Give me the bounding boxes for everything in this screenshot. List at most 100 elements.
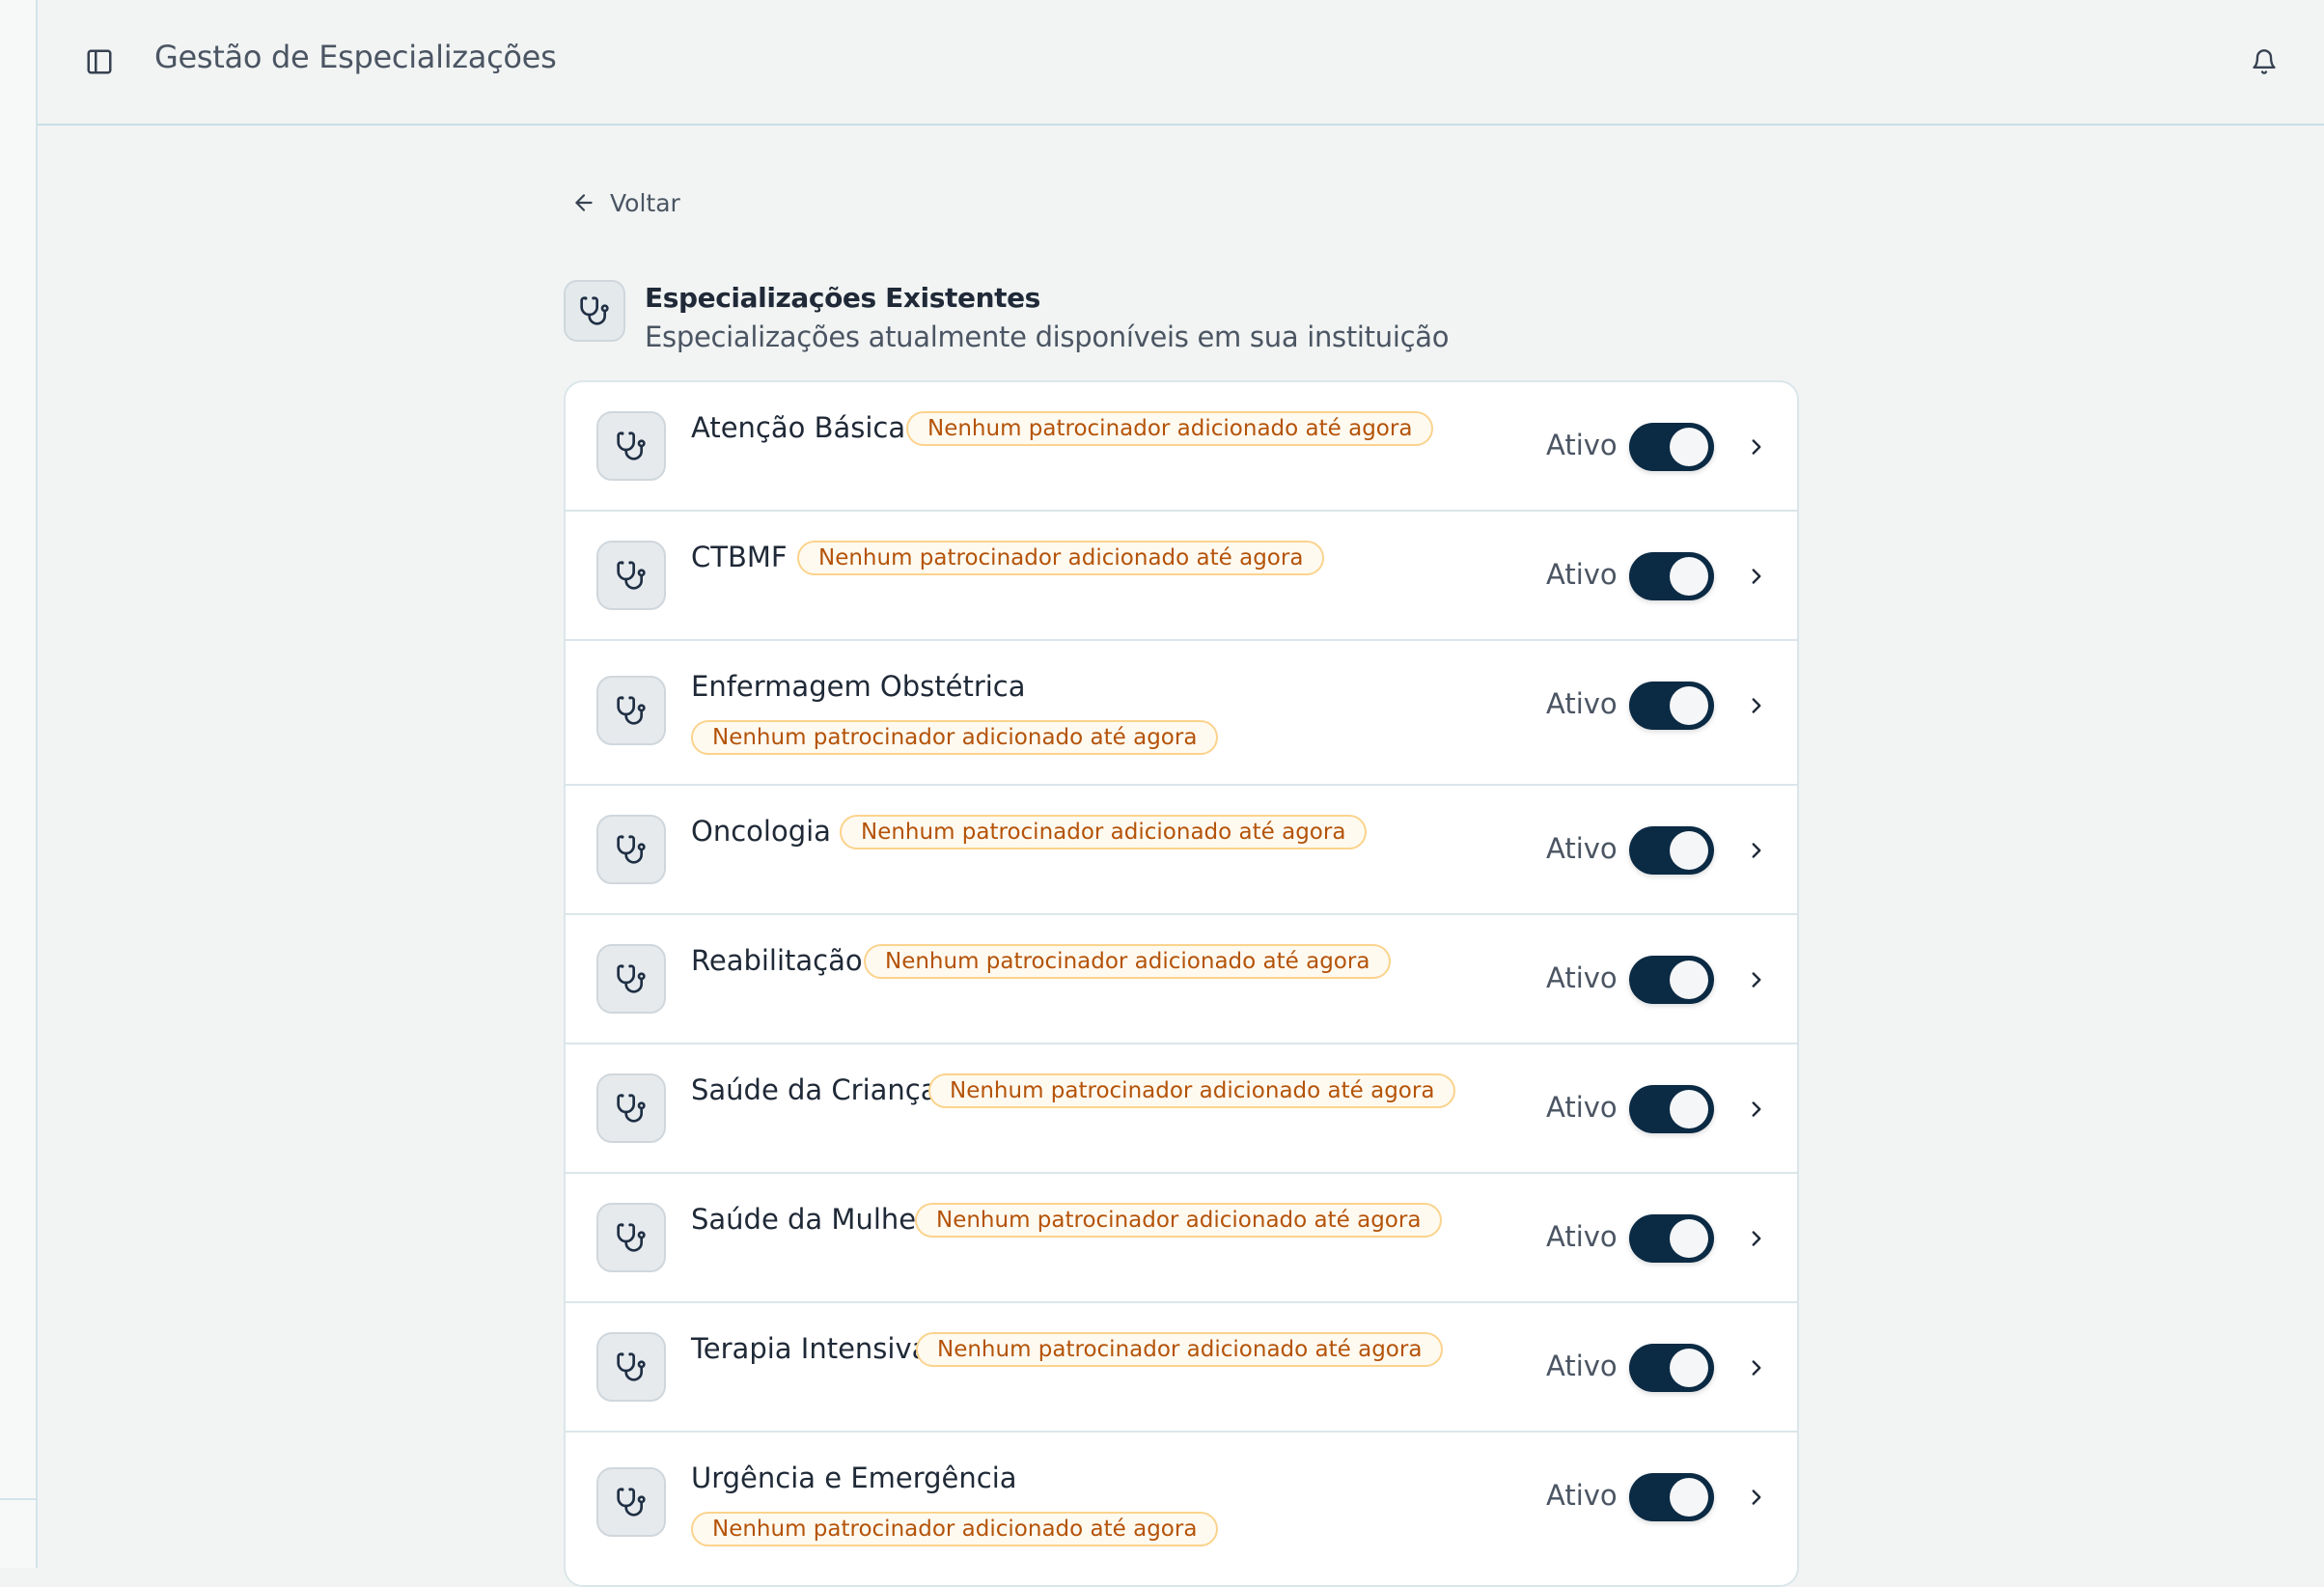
toggle-knob (1670, 1478, 1708, 1517)
open-details-button[interactable] (1741, 1352, 1772, 1383)
stethoscope-icon (617, 696, 646, 725)
section-title: Especializações Existentes (645, 282, 1040, 314)
specialization-icon-box (596, 1203, 666, 1272)
specialization-row[interactable]: Atenção Básica Nenhum patrocinador adicio… (566, 382, 1797, 512)
specialization-name: Urgência e Emergência (691, 1462, 1017, 1494)
notifications-button[interactable] (2245, 42, 2283, 81)
sponsor-status-badge: Nenhum patrocinador adicionado até agora (864, 944, 1392, 979)
sponsor-status-badge: Nenhum patrocinador adicionado até agora (916, 1332, 1444, 1367)
chevron-right-icon (1752, 843, 1761, 858)
sponsor-status-badge: Nenhum patrocinador adicionado até agora (928, 1073, 1456, 1108)
status-label: Ativo (1546, 429, 1618, 461)
status-label: Ativo (1546, 961, 1618, 994)
top-bar: Gestão de Especializações (38, 0, 2324, 125)
specialization-row[interactable]: Oncologia Nenhum patrocinador adicionado … (566, 786, 1797, 915)
active-toggle[interactable] (1629, 552, 1714, 600)
toggle-knob (1670, 428, 1708, 466)
specialization-row[interactable]: Urgência e Emergência Nenhum patrocinador… (566, 1433, 1797, 1585)
open-details-button[interactable] (1741, 690, 1772, 721)
sponsor-status-badge: Nenhum patrocinador adicionado até agora (691, 720, 1219, 755)
specialization-name: Oncologia (691, 815, 831, 848)
left-rail (0, 0, 38, 1568)
open-details-button[interactable] (1741, 835, 1772, 866)
section-icon-box (564, 280, 625, 342)
specialization-icon-box (596, 676, 666, 745)
open-details-button[interactable] (1741, 561, 1772, 592)
active-toggle[interactable] (1629, 1085, 1714, 1133)
specialization-name: Saúde da Mulher (691, 1203, 928, 1236)
sidebar-panel-icon (87, 49, 112, 74)
chevron-right-icon (1752, 569, 1761, 584)
back-label: Voltar (610, 188, 680, 217)
section-subtitle: Especializações atualmente disponíveis e… (645, 320, 1450, 353)
status-label: Ativo (1546, 1091, 1618, 1124)
arrow-left-icon (575, 194, 593, 211)
bell-icon (2253, 49, 2276, 74)
stethoscope-icon (617, 1094, 646, 1123)
specialization-row[interactable]: CTBMF Nenhum patrocinador adicionado até … (566, 512, 1797, 641)
chevron-right-icon (1752, 1231, 1761, 1246)
open-details-button[interactable] (1741, 1223, 1772, 1254)
sponsor-status-badge: Nenhum patrocinador adicionado até agora (915, 1203, 1443, 1238)
specialization-name: CTBMF (691, 541, 788, 573)
status-label: Ativo (1546, 1479, 1618, 1512)
stethoscope-icon (617, 1352, 646, 1381)
status-label: Ativo (1546, 558, 1618, 591)
chevron-right-icon (1752, 1360, 1761, 1376)
sponsor-status-badge: Nenhum patrocinador adicionado até agora (906, 411, 1434, 446)
active-toggle[interactable] (1629, 1473, 1714, 1521)
active-toggle[interactable] (1629, 423, 1714, 471)
toggle-knob (1670, 686, 1708, 725)
sponsor-status-badge: Nenhum patrocinador adicionado até agora (797, 541, 1325, 575)
specialization-row[interactable]: Saúde da Mulher Nenhum patrocinador adici… (566, 1174, 1797, 1303)
active-toggle[interactable] (1629, 1344, 1714, 1392)
chevron-right-icon (1752, 439, 1761, 455)
active-toggle[interactable] (1629, 682, 1714, 730)
specialization-icon-box (596, 1073, 666, 1143)
status-label: Ativo (1546, 687, 1618, 720)
stethoscope-icon (617, 1223, 646, 1252)
specialization-icon-box (596, 1467, 666, 1537)
specializations-list: Atenção Básica Nenhum patrocinador adicio… (564, 380, 1799, 1587)
specialization-icon-box (596, 411, 666, 481)
open-details-button[interactable] (1741, 964, 1772, 995)
active-toggle[interactable] (1629, 1214, 1714, 1263)
specialization-row[interactable]: Reabilitação Nenhum patrocinador adiciona… (566, 915, 1797, 1044)
stethoscope-icon (617, 561, 646, 590)
specialization-row[interactable]: Enfermagem Obstétrica Nenhum patrocinador… (566, 641, 1797, 786)
specialization-name: Enfermagem Obstétrica (691, 670, 1026, 703)
specialization-row[interactable]: Saúde da Criança Nenhum patrocinador adic… (566, 1044, 1797, 1174)
specialization-icon-box (596, 541, 666, 610)
chevron-right-icon (1752, 698, 1761, 713)
open-details-button[interactable] (1741, 1482, 1772, 1513)
stethoscope-icon (617, 1488, 646, 1517)
sponsor-status-badge: Nenhum patrocinador adicionado até agora (840, 815, 1368, 849)
specialization-row[interactable]: Terapia Intensiva Nenhum patrocinador adi… (566, 1303, 1797, 1433)
sponsor-status-badge: Nenhum patrocinador adicionado até agora (691, 1512, 1219, 1546)
toggle-knob (1670, 1219, 1708, 1258)
specialization-name: Atenção Básica (691, 411, 906, 444)
chevron-right-icon (1752, 972, 1761, 988)
page-title: Gestão de Especializações (154, 39, 557, 75)
status-label: Ativo (1546, 1350, 1618, 1382)
toggle-knob (1670, 1090, 1708, 1128)
specialization-name: Terapia Intensiva (691, 1332, 929, 1365)
rail-divider (0, 1498, 38, 1500)
sidebar-toggle-button[interactable] (80, 42, 119, 81)
stethoscope-icon (617, 835, 646, 864)
toggle-knob (1670, 831, 1708, 870)
chevron-right-icon (1752, 1101, 1761, 1117)
stethoscope-icon (617, 964, 646, 993)
toggle-knob (1670, 557, 1708, 596)
open-details-button[interactable] (1741, 1094, 1772, 1125)
active-toggle[interactable] (1629, 956, 1714, 1004)
toggle-knob (1670, 961, 1708, 999)
open-details-button[interactable] (1741, 432, 1772, 462)
back-link[interactable]: Voltar (571, 185, 680, 220)
specialization-name: Saúde da Criança (691, 1073, 938, 1106)
specialization-icon-box (596, 1332, 666, 1402)
stethoscope-icon (617, 432, 646, 460)
specialization-name: Reabilitação (691, 944, 863, 977)
active-toggle[interactable] (1629, 826, 1714, 875)
status-label: Ativo (1546, 1220, 1618, 1253)
